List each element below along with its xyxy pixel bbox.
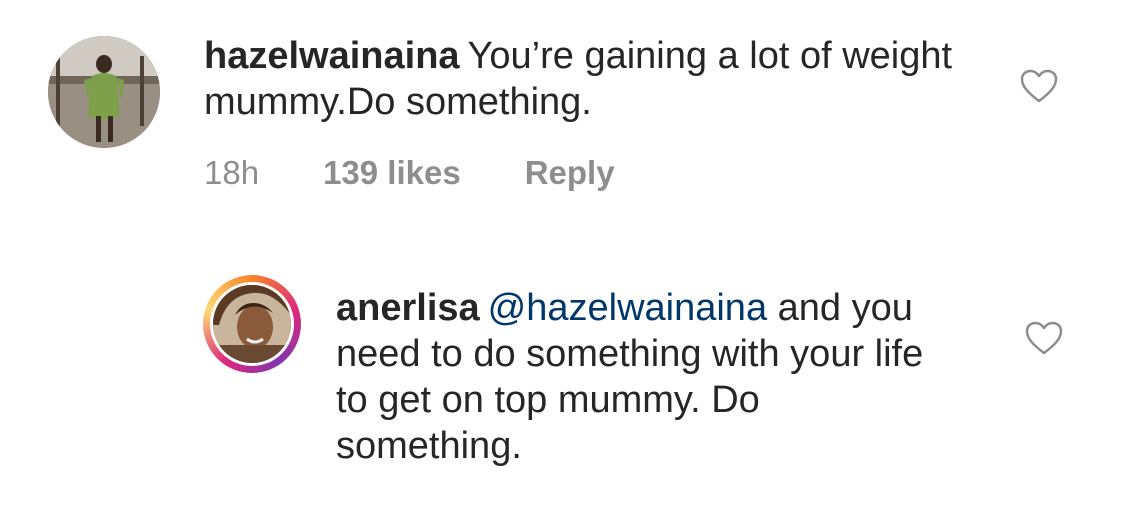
comment-item: hazelwainaina You’re gaining a lot of wei… — [0, 0, 1124, 230]
comment-body: hazelwainaina You’re gaining a lot of wei… — [204, 33, 964, 125]
avatar-photo — [48, 36, 160, 148]
comment-likes-count[interactable]: 139 likes — [323, 154, 461, 192]
comment-username[interactable]: anerlisa — [336, 287, 480, 329]
reply-comment-item: anerlisa @hazelwainaina and you need to d… — [0, 230, 1124, 516]
comment-body: anerlisa @hazelwainaina and you need to d… — [336, 285, 956, 469]
comment-timestamp[interactable]: 18h — [204, 154, 259, 192]
avatar-photo — [213, 285, 291, 363]
comment-meta: 18h 139 likes Reply — [204, 154, 615, 192]
comment-username[interactable]: hazelwainaina — [204, 35, 460, 77]
avatar[interactable] — [48, 36, 160, 148]
heart-outline-icon[interactable] — [1024, 320, 1064, 356]
comment-mention[interactable]: @hazelwainaina — [488, 287, 767, 329]
avatar[interactable] — [210, 282, 294, 366]
heart-outline-icon[interactable] — [1019, 68, 1059, 104]
reply-button[interactable]: Reply — [525, 154, 615, 192]
